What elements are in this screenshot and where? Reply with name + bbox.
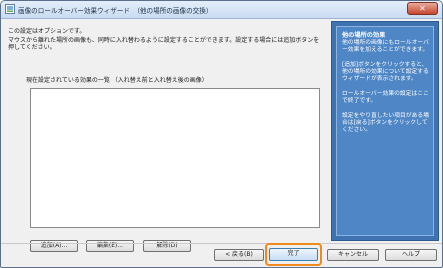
add-button[interactable]: 追加(A)... bbox=[30, 240, 78, 252]
help-side-panel: 他の場所の効果 他の場所の画像にもロールオーバー効果を加えることができます。 [… bbox=[331, 21, 439, 241]
side-panel-inner: 他の場所の効果 他の場所の画像にもロールオーバー効果を加えることができます。 [… bbox=[336, 26, 434, 236]
window-title: 画像のロールオーバー効果ウィザード （他の場所の画像の交換） bbox=[18, 7, 213, 15]
side-panel-text-1: 他の場所の画像にもロールオーバー効果を加えることができます。 bbox=[342, 40, 429, 53]
title-bar[interactable]: 画像のロールオーバー効果ウィザード （他の場所の画像の交換） ✕ bbox=[1, 1, 442, 19]
optional-note: この設定はオプションです。 bbox=[8, 28, 86, 35]
edit-button[interactable]: 編集(E)... bbox=[86, 240, 134, 252]
side-panel-text-3: ロールオーバー効果の設定はここで終了です。 bbox=[342, 91, 429, 104]
app-icon bbox=[5, 4, 15, 14]
delete-button[interactable]: 解除(D) bbox=[143, 240, 191, 252]
side-panel-text-4: 設定をやり直したい項目がある場合は[戻る]ボタンをクリックしてください。 bbox=[342, 113, 429, 133]
close-icon: ✕ bbox=[419, 4, 426, 13]
close-button[interactable]: ✕ bbox=[407, 2, 438, 15]
finish-button[interactable]: 完了 bbox=[269, 248, 318, 261]
main-content: この設定はオプションです。 マウスから離れた場所の画像も、同時に入れ替わるように… bbox=[4, 22, 327, 252]
effect-list-label: 現在設定されている効果の一覧 （入れ替え前と入れ替え後の画像） bbox=[26, 77, 208, 84]
footer-divider bbox=[1, 243, 442, 244]
description-text: マウスから離れた場所の画像も、同時に入れ替わるように設定することができます。設定… bbox=[8, 37, 320, 52]
wizard-window: 画像のロールオーバー効果ウィザード （他の場所の画像の交換） ✕ この設定はオプ… bbox=[0, 0, 443, 268]
effect-list[interactable] bbox=[30, 88, 320, 228]
back-button[interactable]: < 戻る(B) bbox=[214, 249, 264, 261]
cancel-button[interactable]: キャンセル bbox=[327, 249, 379, 261]
help-button[interactable]: ヘルプ bbox=[385, 249, 437, 261]
side-panel-heading: 他の場所の効果 bbox=[342, 32, 386, 39]
side-panel-text-2: [追加]ボタンをクリックすると、他の場所の効果について設定するウィザードが表示さ… bbox=[342, 62, 429, 82]
